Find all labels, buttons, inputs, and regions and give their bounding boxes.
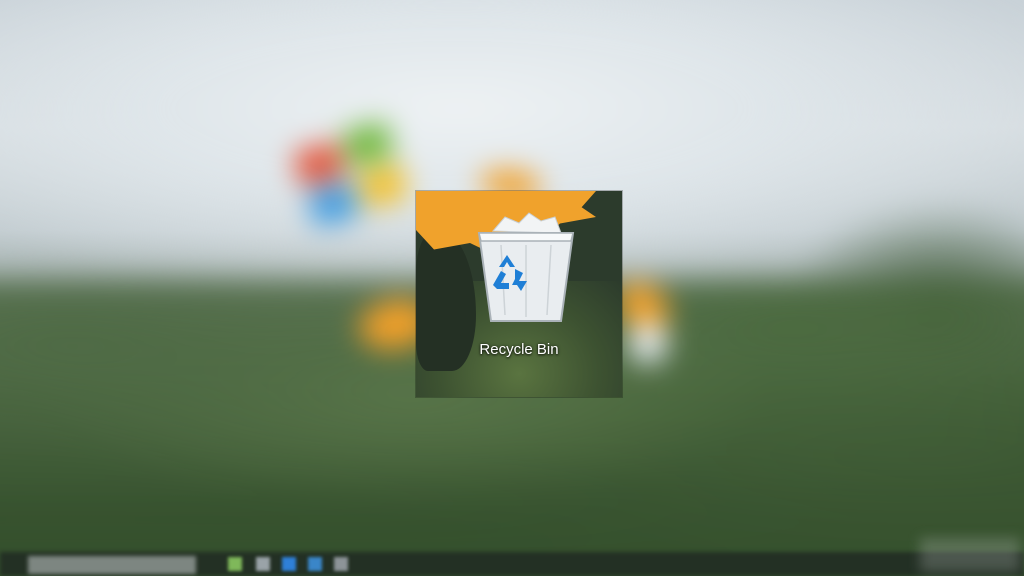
windows-logo-blue — [306, 181, 361, 228]
recycle-bin-label: Recycle Bin — [479, 341, 559, 358]
taskbar-app-icon[interactable] — [308, 557, 322, 571]
system-tray[interactable] — [920, 538, 1020, 572]
recycle-bin-shortcut[interactable]: Recycle Bin — [416, 191, 622, 397]
taskbar-app-icon[interactable] — [334, 557, 348, 571]
desktop-background: Recycle Bin — [0, 0, 1024, 576]
taskbar-app-icon[interactable] — [256, 557, 270, 571]
taskbar-app-icon[interactable] — [282, 557, 296, 571]
windows-logo-yellow — [355, 162, 410, 209]
taskbar-search-box[interactable] — [28, 556, 196, 574]
wallpaper-white-shape — [628, 322, 668, 364]
taskbar-app-icon[interactable] — [228, 557, 242, 571]
windows-logo-red — [292, 141, 347, 188]
recycle-bin-icon — [477, 212, 575, 322]
